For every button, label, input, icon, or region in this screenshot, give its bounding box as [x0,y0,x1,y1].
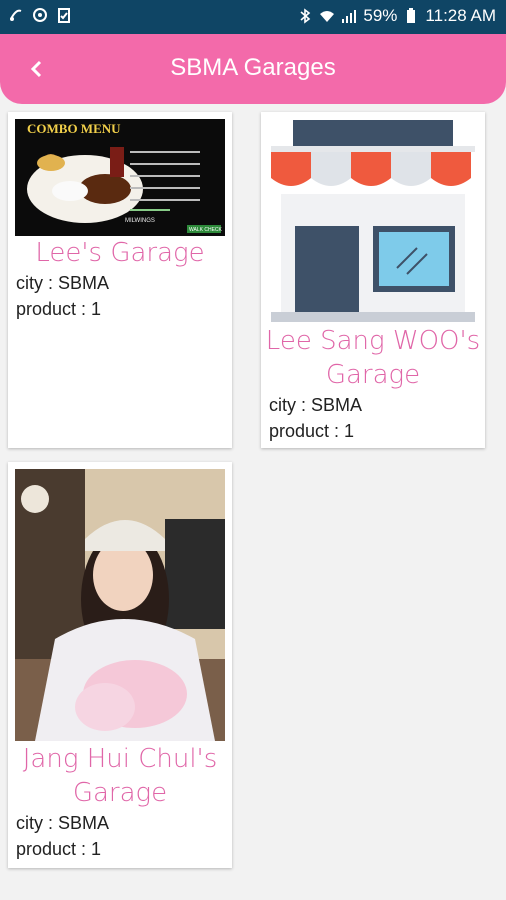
app-bar: SBMA Garages [0,34,506,104]
status-bar: 59% 11:28 AM [0,0,506,34]
page-title: SBMA Garages [170,54,336,81]
target-icon [33,8,47,22]
clock: 11:28 AM [425,6,496,25]
combo-menu-badge: WALK CHECK [189,227,223,233]
bluetooth-icon [300,8,311,24]
garage-card[interactable]: COMBO MENU MILWINGS WALK CHECK Lee's Gar… [8,112,232,448]
garage-city: city : SBMA [269,395,363,415]
garage-card[interactable]: Jang Hui Chul's Garage city : SBMA produ… [8,462,232,868]
garage-product: product : 1 [269,421,355,441]
garage-card[interactable]: Lee Sang WOO's Garage city : SBMA produc… [261,112,485,448]
clipboard-check-icon [58,8,70,23]
sync-icon [10,9,22,21]
garage-product: product : 1 [16,299,102,319]
battery-icon [407,8,416,23]
garage-city: city : SBMA [16,813,110,833]
shop-storefront-image [267,118,479,328]
combo-menu-brand: MILWINGS [125,218,155,224]
battery-percent: 59% [363,6,398,25]
garage-name: Lee's Garage [35,238,205,268]
combo-menu-image: COMBO MENU MILWINGS WALK CHECK [15,119,225,236]
garage-product: product : 1 [16,839,102,859]
garage-city: city : SBMA [16,273,110,293]
garage-name: Lee Sang WOO's Garage [265,326,481,390]
combo-menu-title: COMBO MENU [27,121,121,136]
garage-name: Jang Hui Chul's Garage [22,744,218,808]
person-photo [15,469,225,741]
wifi-icon [320,11,335,22]
signal-icon [342,10,357,23]
